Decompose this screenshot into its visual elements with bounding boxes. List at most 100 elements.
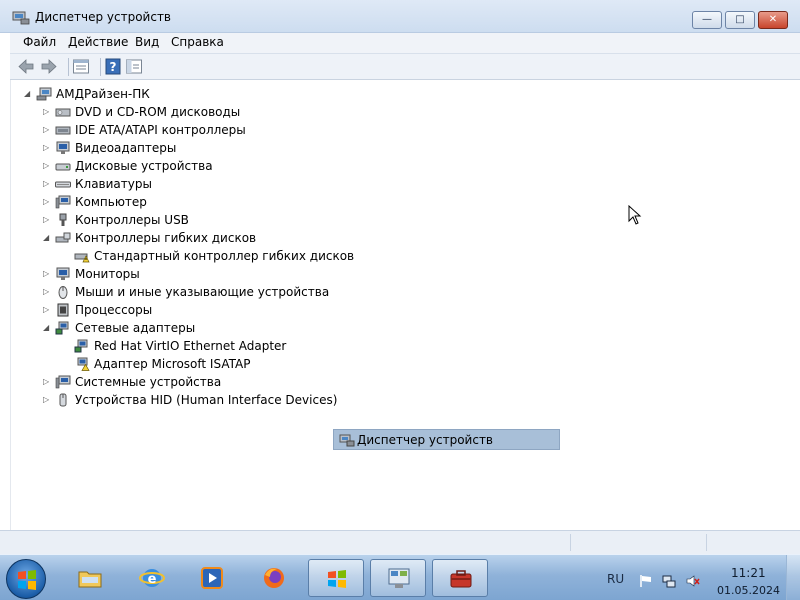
status-separator bbox=[570, 534, 571, 551]
expand-arrow-icon[interactable]: ▷ bbox=[43, 215, 52, 225]
svg-text:e: e bbox=[148, 572, 157, 587]
tree-item-label: DVD и CD-ROM дисководы bbox=[75, 105, 241, 119]
volume-muted-icon[interactable] bbox=[686, 574, 700, 588]
tree-root-label: АМДРайзен-ПК bbox=[56, 87, 150, 101]
internet-explorer-icon: e bbox=[139, 569, 165, 587]
monitor-icon bbox=[56, 267, 70, 280]
taskbar: e RU 11:21 01.05.2024 bbox=[0, 554, 800, 600]
tree-item[interactable]: ▷ Компьютер bbox=[43, 193, 293, 211]
tree-item[interactable]: ◢ Контроллеры гибких дисков bbox=[43, 229, 293, 247]
language-indicator[interactable]: RU bbox=[607, 572, 624, 586]
explorer-icon bbox=[78, 571, 102, 588]
expand-arrow-icon[interactable]: ▷ bbox=[43, 179, 52, 189]
taskbar-windows[interactable] bbox=[308, 559, 364, 597]
tree-item-label: IDE ATA/ATAPI контроллеры bbox=[75, 123, 246, 137]
tree-item[interactable]: ▷ Процессоры bbox=[43, 301, 293, 319]
mouse-cursor-icon bbox=[628, 205, 642, 225]
tree-item-child[interactable]: Адаптер Microsoft ISATAP bbox=[62, 355, 322, 373]
tree-item[interactable]: ▷ Видеоадаптеры bbox=[43, 139, 293, 157]
taskbar-media-player[interactable] bbox=[184, 559, 240, 597]
tree-item-label: Адаптер Microsoft ISATAP bbox=[94, 357, 251, 371]
tree-item-label: Дисковые устройства bbox=[75, 159, 213, 173]
tree-item-label: Мониторы bbox=[75, 267, 140, 281]
toolbar-separator bbox=[68, 58, 69, 76]
tree-root[interactable]: ◢ АМДРайзен-ПК bbox=[24, 85, 224, 103]
usb-icon bbox=[59, 213, 67, 226]
tree-item-label: Видеоадаптеры bbox=[75, 141, 177, 155]
minimize-button[interactable]: — bbox=[692, 11, 722, 29]
taskbar-explorer[interactable] bbox=[62, 559, 118, 597]
expand-arrow-icon[interactable]: ▷ bbox=[43, 143, 52, 153]
tree-item[interactable]: ▷ Устройства HID (Human Interface Device… bbox=[43, 391, 343, 409]
tree-item-label: Контроллеры USB bbox=[75, 213, 189, 227]
clock-time[interactable]: 11:21 bbox=[731, 566, 766, 580]
menu-action[interactable]: Действие bbox=[68, 35, 128, 49]
collapse-arrow-icon[interactable]: ◢ bbox=[24, 89, 33, 99]
menu-bar: Файл Действие Вид Справка bbox=[10, 33, 800, 53]
network-adapter-icon bbox=[55, 321, 69, 335]
expand-arrow-icon[interactable]: ▷ bbox=[43, 107, 52, 117]
tree-item[interactable]: ▷ Клавиатуры bbox=[43, 175, 293, 193]
network-icon[interactable] bbox=[662, 574, 676, 588]
tree-item[interactable]: ▷ Контроллеры USB bbox=[43, 211, 293, 229]
device-manager-icon bbox=[450, 570, 472, 588]
expand-arrow-icon[interactable]: ▷ bbox=[43, 287, 52, 297]
tree-item[interactable]: ▷ Системные устройства bbox=[43, 373, 293, 391]
processor-icon bbox=[57, 303, 69, 317]
mouse-icon bbox=[58, 286, 68, 299]
keyboard-icon bbox=[55, 181, 71, 188]
help-icon[interactable]: ? bbox=[104, 58, 122, 75]
tree-item[interactable]: ▷ Мониторы bbox=[43, 265, 293, 283]
tree-item-label: Сетевые адаптеры bbox=[75, 321, 196, 335]
tree-item[interactable]: ▷ IDE ATA/ATAPI контроллеры bbox=[43, 121, 293, 139]
toolbar: ? bbox=[10, 53, 800, 80]
taskbar-control-panel[interactable] bbox=[370, 559, 426, 597]
tree-item[interactable]: ◢ Сетевые адаптеры bbox=[43, 319, 293, 337]
floppy-controller-warning-icon bbox=[74, 253, 90, 263]
tree-item-child[interactable]: Стандартный контроллер гибких дисков bbox=[62, 247, 354, 265]
start-button[interactable] bbox=[6, 559, 46, 599]
expand-arrow-icon[interactable]: ▷ bbox=[43, 125, 52, 135]
expand-arrow-icon[interactable]: ▷ bbox=[43, 305, 52, 315]
expand-arrow-icon[interactable]: ▷ bbox=[43, 395, 52, 405]
taskbar-internet-explorer[interactable]: e bbox=[124, 559, 180, 597]
clock-date[interactable]: 01.05.2024 bbox=[717, 584, 780, 597]
expand-arrow-icon[interactable]: ▷ bbox=[43, 197, 52, 207]
expand-arrow-icon[interactable]: ▷ bbox=[43, 377, 52, 387]
tree-item[interactable]: ▷ DVD и CD-ROM дисководы bbox=[43, 103, 293, 121]
computer-icon bbox=[36, 87, 52, 101]
menu-help[interactable]: Справка bbox=[171, 35, 224, 49]
action-center-flag-icon[interactable] bbox=[639, 574, 653, 588]
tree-item-label: Устройства HID (Human Interface Devices) bbox=[75, 393, 338, 407]
system-device-icon bbox=[55, 375, 71, 389]
status-bar bbox=[0, 530, 800, 554]
taskbar-device-manager[interactable] bbox=[432, 559, 488, 597]
network-card-warning-icon bbox=[77, 357, 90, 371]
menu-view[interactable]: Вид bbox=[135, 35, 159, 49]
expand-arrow-icon[interactable]: ▷ bbox=[43, 269, 52, 279]
show-desktop-button[interactable] bbox=[786, 555, 800, 600]
status-separator bbox=[706, 534, 707, 551]
media-player-icon bbox=[201, 567, 223, 589]
tree-item[interactable]: ▷ Дисковые устройства bbox=[43, 157, 293, 175]
toolbar-separator bbox=[100, 58, 101, 76]
menu-file[interactable]: Файл bbox=[23, 35, 56, 49]
windows-icon bbox=[328, 570, 346, 588]
panel-icon[interactable] bbox=[125, 58, 143, 75]
collapse-arrow-icon[interactable]: ◢ bbox=[43, 323, 52, 333]
tree-item-label: Процессоры bbox=[75, 303, 153, 317]
maximize-button[interactable]: □ bbox=[725, 11, 755, 29]
tree-item-label: Стандартный контроллер гибких дисков bbox=[94, 249, 355, 263]
tree-item-label: Red Hat VirtIO Ethernet Adapter bbox=[94, 339, 287, 353]
tree-item[interactable]: ▷ Мыши и иные указывающие устройства bbox=[43, 283, 343, 301]
forward-arrow-icon[interactable] bbox=[40, 58, 58, 75]
hid-icon bbox=[59, 393, 67, 407]
collapse-arrow-icon[interactable]: ◢ bbox=[43, 233, 52, 243]
back-arrow-icon[interactable] bbox=[17, 58, 35, 75]
tree-item-child[interactable]: Red Hat VirtIO Ethernet Adapter bbox=[62, 337, 322, 355]
taskbar-firefox[interactable] bbox=[246, 559, 302, 597]
expand-arrow-icon[interactable]: ▷ bbox=[43, 161, 52, 171]
close-button[interactable]: ✕ bbox=[758, 11, 788, 29]
floppy-controller-icon bbox=[55, 232, 71, 243]
properties-icon[interactable] bbox=[72, 58, 90, 75]
